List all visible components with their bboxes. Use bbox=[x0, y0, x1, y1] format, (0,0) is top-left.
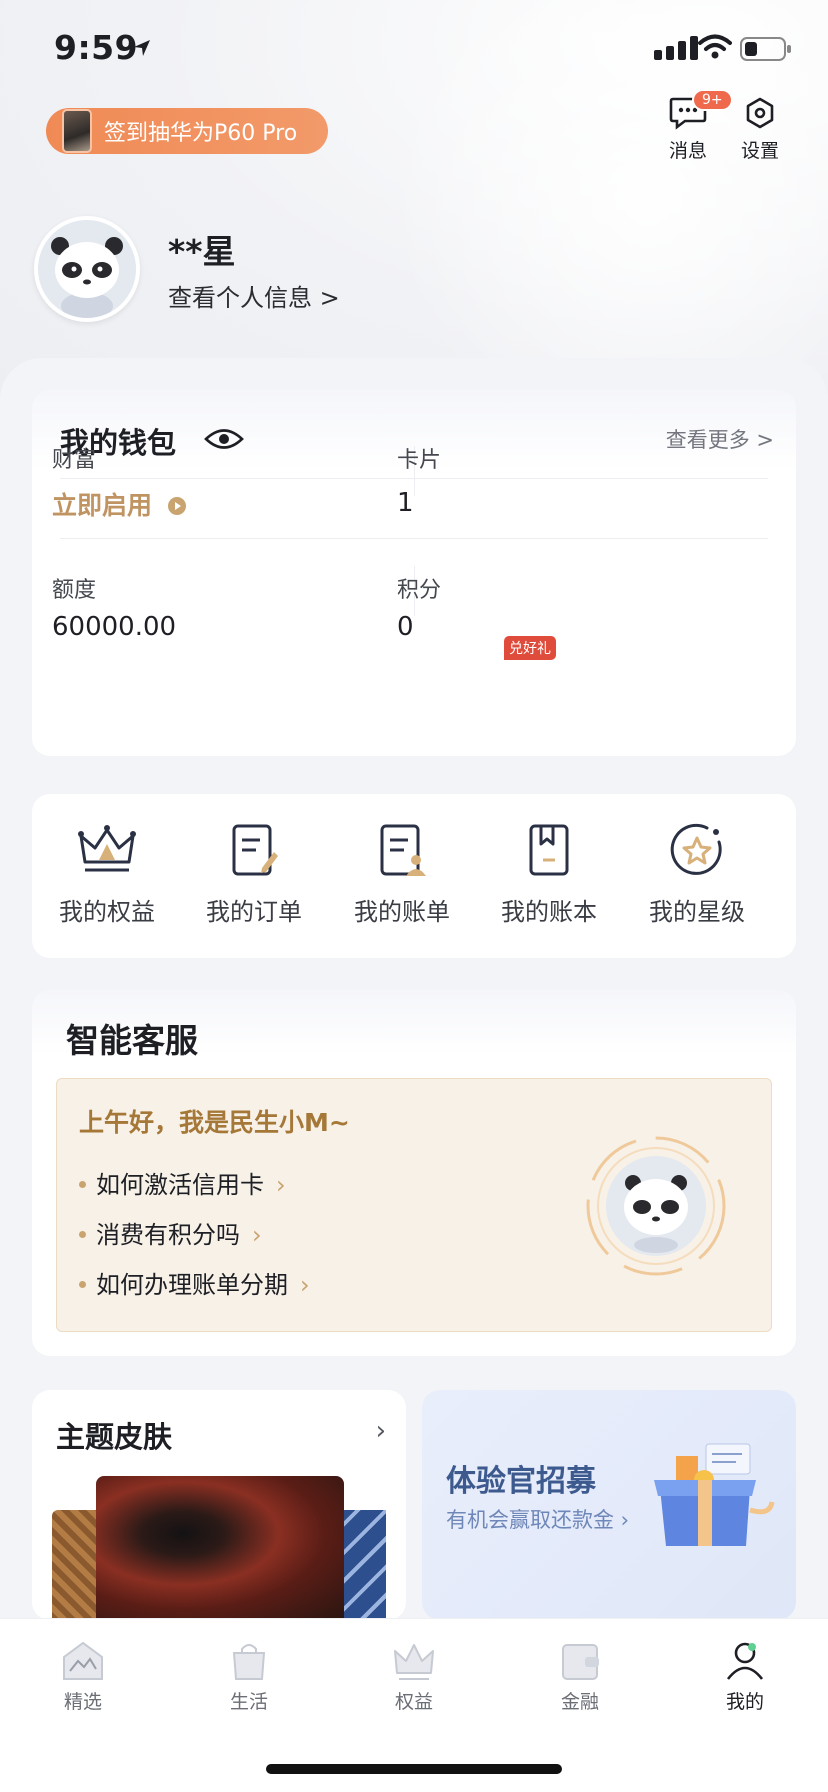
settings-label: 设置 bbox=[740, 140, 779, 162]
wealth-label: 财富 bbox=[52, 448, 97, 473]
faq-text: 如何激活信用卡 bbox=[96, 1171, 264, 1199]
chevron-right-icon: › bbox=[276, 1171, 286, 1199]
wealth-enable-label: 立即启用 bbox=[52, 491, 153, 520]
bag-icon bbox=[232, 1644, 266, 1680]
messages-label: 消息 bbox=[668, 140, 707, 162]
shortcut-my-orders[interactable]: 我的订单 bbox=[189, 822, 319, 927]
wallet-see-more-link[interactable]: 查看更多 > bbox=[666, 424, 774, 454]
shortcut-my-star-level[interactable]: 我的星级 bbox=[632, 822, 762, 927]
tab-featured[interactable]: 精选 bbox=[38, 1639, 128, 1714]
phone-thumbnail-icon bbox=[62, 109, 92, 153]
crown-icon bbox=[394, 1644, 434, 1680]
shortcut-my-bills[interactable]: 我的账单 bbox=[337, 822, 467, 927]
crown-icon bbox=[78, 825, 136, 872]
tab-mine[interactable]: 我的 bbox=[700, 1639, 790, 1714]
tab-label: 精选 bbox=[63, 1691, 102, 1713]
shortcut-label: 我的账单 bbox=[354, 898, 450, 926]
chevron-right-icon: › bbox=[300, 1271, 310, 1299]
theme-skin-title: 主题皮肤 bbox=[56, 1420, 173, 1454]
play-circle-icon bbox=[167, 497, 186, 515]
wealth-enable-button[interactable]: 立即启用 bbox=[52, 486, 187, 522]
shortcut-label: 我的账本 bbox=[501, 898, 597, 926]
gift-box-icon bbox=[654, 1443, 775, 1546]
faq-text: 消费有积分吗 bbox=[96, 1221, 240, 1249]
smart-assistant-card: 智能客服 上午好，我是民生小M~ 如何激活信用卡 › 消费有积分吗 › 如何办理账单… bbox=[32, 990, 796, 1356]
assistant-title: 智能客服 bbox=[66, 1021, 198, 1060]
faq-item[interactable]: 消费有积分吗 › bbox=[79, 1215, 262, 1250]
faq-item[interactable]: 如何激活信用卡 › bbox=[79, 1165, 286, 1200]
tab-label: 权益 bbox=[394, 1691, 433, 1713]
shortcuts-card: 我的权益 我的订单 我的账单 我的账本 我的星级 bbox=[32, 794, 796, 958]
panda-avatar-icon bbox=[38, 220, 136, 318]
assistant-greeting: 上午好，我是民生小M~ bbox=[79, 1108, 350, 1137]
user-name: **星 bbox=[168, 232, 236, 271]
faq-item[interactable]: 如何办理账单分期 › bbox=[79, 1265, 310, 1300]
theme-skin-card[interactable]: 主题皮肤 › bbox=[32, 1390, 406, 1620]
tab-finance[interactable]: 金融 bbox=[535, 1639, 625, 1714]
settings-button[interactable]: 设置 bbox=[730, 96, 790, 163]
star-level-icon bbox=[670, 823, 722, 875]
limit-value[interactable]: 60000.00 bbox=[52, 612, 176, 642]
skin-thumbnail[interactable] bbox=[52, 1510, 98, 1620]
points-gift-badge[interactable]: 兑好礼 bbox=[504, 636, 556, 660]
home-icon bbox=[63, 1641, 103, 1680]
points-label: 积分 bbox=[397, 578, 442, 603]
wallet-icon bbox=[562, 1644, 599, 1680]
shortcut-my-benefits[interactable]: 我的权益 bbox=[42, 822, 172, 927]
shortcut-label: 我的权益 bbox=[59, 898, 155, 926]
limit-label: 额度 bbox=[52, 578, 97, 603]
eye-icon[interactable] bbox=[204, 426, 244, 452]
status-bar: 9:59 bbox=[0, 0, 828, 100]
points-value[interactable]: 0 bbox=[397, 612, 414, 642]
skin-thumbnail[interactable] bbox=[96, 1476, 344, 1620]
gear-icon bbox=[746, 97, 774, 129]
chevron-right-icon: › bbox=[614, 1508, 630, 1532]
bill-icon bbox=[380, 824, 426, 876]
experience-subtitle: 有机会赢取还款金 › bbox=[446, 1508, 630, 1532]
view-profile-link[interactable]: 查看个人信息 > bbox=[168, 278, 340, 313]
battery-icon bbox=[740, 37, 791, 61]
chevron-right-icon: › bbox=[375, 1416, 386, 1446]
tab-life[interactable]: 生活 bbox=[204, 1639, 294, 1714]
wifi-icon bbox=[698, 34, 732, 59]
divider bbox=[60, 538, 768, 539]
experience-officer-card[interactable]: 体验官招募 有机会赢取还款金 › bbox=[422, 1390, 796, 1620]
tab-label: 我的 bbox=[725, 1691, 764, 1713]
home-indicator bbox=[266, 1764, 562, 1774]
checkin-promo-button[interactable]: 签到抽华为P60 Pro bbox=[46, 108, 328, 154]
shortcut-label: 我的订单 bbox=[206, 898, 302, 926]
tab-label: 生活 bbox=[229, 1691, 268, 1713]
status-time: 9:59 bbox=[54, 28, 139, 67]
assistant-box: 上午好，我是民生小M~ 如何激活信用卡 › 消费有积分吗 › 如何办理账单分期 › bbox=[56, 1078, 772, 1332]
skin-thumbnail[interactable] bbox=[344, 1510, 386, 1620]
experience-title: 体验官招募 bbox=[446, 1464, 596, 1499]
order-icon bbox=[232, 824, 278, 876]
assistant-bot-avatar-icon[interactable] bbox=[583, 1133, 729, 1279]
shortcut-my-ledger[interactable]: 我的账本 bbox=[484, 822, 614, 927]
promo-text: 签到抽华为P60 Pro bbox=[104, 121, 298, 146]
messages-badge: 9+ bbox=[692, 89, 733, 111]
tab-label: 金融 bbox=[560, 1691, 599, 1713]
avatar[interactable] bbox=[34, 216, 140, 322]
ledger-icon bbox=[529, 824, 569, 876]
chevron-right-icon: › bbox=[252, 1221, 262, 1249]
tab-benefits[interactable]: 权益 bbox=[369, 1639, 459, 1714]
card-count[interactable]: 1 bbox=[397, 488, 414, 518]
wallet-card: 我的钱包 查看更多 > 财富 立即启用 卡片 1 额度 60000.00 积分 … bbox=[32, 390, 796, 756]
location-arrow-icon bbox=[134, 40, 150, 56]
faq-text: 如何办理账单分期 bbox=[96, 1271, 288, 1299]
card-label: 卡片 bbox=[397, 448, 442, 473]
user-icon bbox=[726, 1642, 764, 1680]
shortcut-label: 我的星级 bbox=[649, 898, 745, 926]
signal-icon bbox=[654, 36, 698, 60]
